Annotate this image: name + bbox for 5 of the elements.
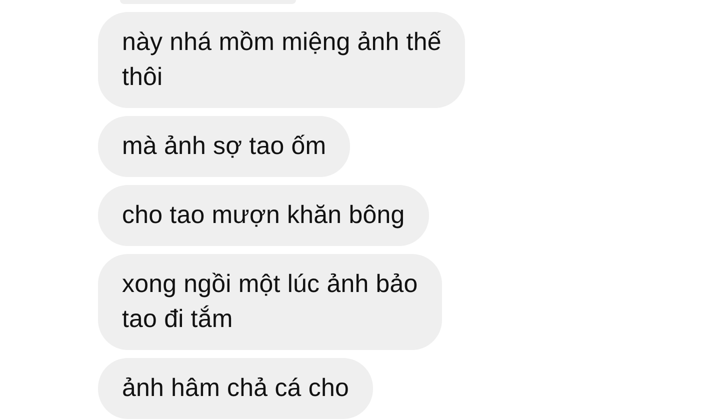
message-bubble: xong ngồi một lúc ảnh bảo tao đi tắm (98, 254, 442, 350)
message-bubble: mà ảnh sợ tao ốm (98, 116, 350, 177)
message-bubble: này nhá mồm miệng ảnh thế thôi (98, 12, 466, 108)
message-bubble: ảnh hâm chả cá cho (98, 358, 373, 419)
message-bubble: cho tao mượn khăn bông (98, 185, 429, 246)
